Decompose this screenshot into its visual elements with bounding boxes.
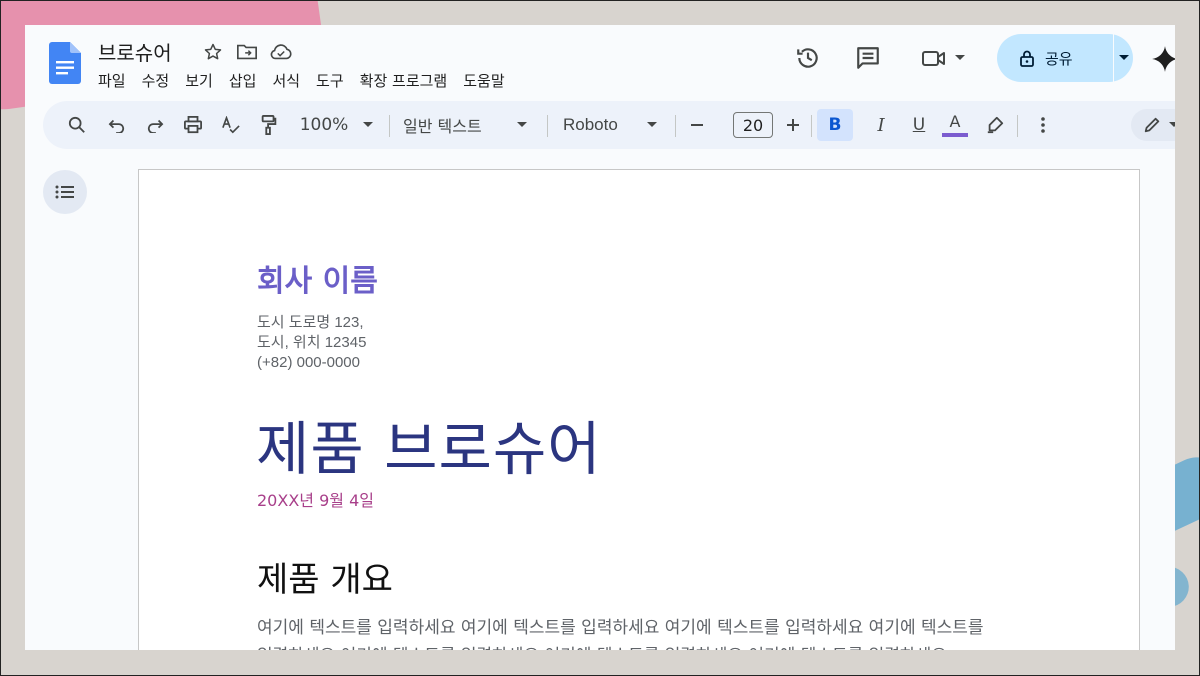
address-line: 도시, 위치 12345 [257, 334, 367, 351]
redo-icon[interactable] [141, 113, 169, 137]
menu-extensions[interactable]: 확장 프로그램 [360, 70, 448, 91]
meet-video-icon[interactable] [915, 40, 971, 76]
share-button[interactable]: 공유 [997, 34, 1133, 82]
share-label: 공유 [1045, 49, 1073, 68]
document-page[interactable]: 회사 이름 도시 도로명 123, 도시, 위치 12345 (+82) 000… [138, 169, 1140, 650]
address-block[interactable]: 도시 도로명 123, 도시, 위치 12345 (+82) 000-0000 [257, 313, 366, 373]
menu-file[interactable]: 파일 [98, 70, 126, 91]
print-icon[interactable] [179, 113, 207, 137]
company-name[interactable]: 회사 이름 [257, 256, 378, 300]
cloud-saved-icon[interactable] [268, 39, 294, 65]
section-heading[interactable]: 제품 개요 [257, 552, 393, 601]
document-heading[interactable]: 제품 브로슈어 [256, 402, 602, 486]
body-paragraph[interactable]: 여기에 텍스트를 입력하세요 여기에 텍스트를 입력하세요 여기에 텍스트를 입… [257, 614, 1047, 650]
italic-button[interactable]: I [867, 113, 895, 137]
lock-icon [1020, 50, 1034, 67]
comments-icon[interactable] [850, 40, 886, 76]
phone-number: (+82) 000-0000 [257, 354, 360, 371]
menu-format[interactable]: 서식 [272, 70, 300, 91]
document-outline-button[interactable] [43, 170, 87, 214]
address-line: 도시 도로명 123, [257, 314, 364, 331]
zoom-dropdown-icon[interactable] [359, 113, 377, 137]
star-icon[interactable] [200, 39, 226, 65]
document-date[interactable]: 20XX년 9월 4일 [257, 487, 374, 511]
editing-mode-button[interactable] [1131, 109, 1175, 141]
font-dropdown-icon[interactable] [643, 113, 661, 137]
more-options-icon[interactable] [1033, 113, 1053, 137]
docs-logo-icon[interactable] [49, 42, 81, 84]
body-line: 여기에 텍스트를 입력하세요 여기에 텍스트를 입력하세요 여기에 텍스트를 입… [257, 618, 984, 638]
paint-format-icon[interactable] [255, 113, 283, 137]
gemini-icon[interactable] [1147, 41, 1175, 77]
text-color-button[interactable]: A [939, 111, 971, 139]
share-dropdown-icon[interactable] [1114, 55, 1133, 61]
formatting-toolbar: 100% 일반 텍스트 Roboto 20 B I U A [43, 101, 1175, 149]
text-color-label: A [949, 112, 961, 131]
decrease-font-size-icon[interactable] [685, 113, 709, 137]
list-icon [55, 185, 74, 199]
style-dropdown-icon[interactable] [513, 113, 531, 137]
menu-insert[interactable]: 삽입 [229, 70, 257, 91]
text-color-swatch [942, 133, 968, 137]
docs-window: 브로슈어 파일 수정 보기 삽입 서식 도구 확장 프로그램 도움말 공유 10… [25, 25, 1175, 650]
increase-font-size-icon[interactable] [781, 113, 805, 137]
move-folder-icon[interactable] [234, 39, 260, 65]
menu-tools[interactable]: 도구 [316, 70, 344, 91]
undo-icon[interactable] [103, 113, 131, 137]
search-menus-icon[interactable] [63, 113, 91, 137]
paragraph-style-select[interactable]: 일반 텍스트 [403, 113, 493, 137]
spellcheck-icon[interactable] [217, 113, 245, 137]
font-family-select[interactable]: Roboto [563, 113, 633, 137]
font-size-input[interactable]: 20 [733, 112, 773, 138]
bold-button[interactable]: B [817, 109, 853, 141]
underline-button[interactable]: U [905, 113, 933, 137]
menu-bar: 파일 수정 보기 삽입 서식 도구 확장 프로그램 도움말 [98, 70, 521, 91]
zoom-value[interactable]: 100% [295, 113, 353, 137]
menu-view[interactable]: 보기 [185, 70, 213, 91]
document-title[interactable]: 브로슈어 [98, 37, 172, 66]
pencil-icon [1144, 117, 1160, 133]
version-history-icon[interactable] [790, 40, 826, 76]
body-line: 입력하세요 여기에 텍스트를 입력하세요 여기에 텍스트를 입력하세요 여기에 … [257, 642, 1047, 650]
menu-edit[interactable]: 수정 [142, 70, 170, 91]
menu-help[interactable]: 도움말 [463, 70, 504, 91]
highlight-color-icon[interactable] [981, 113, 1009, 137]
